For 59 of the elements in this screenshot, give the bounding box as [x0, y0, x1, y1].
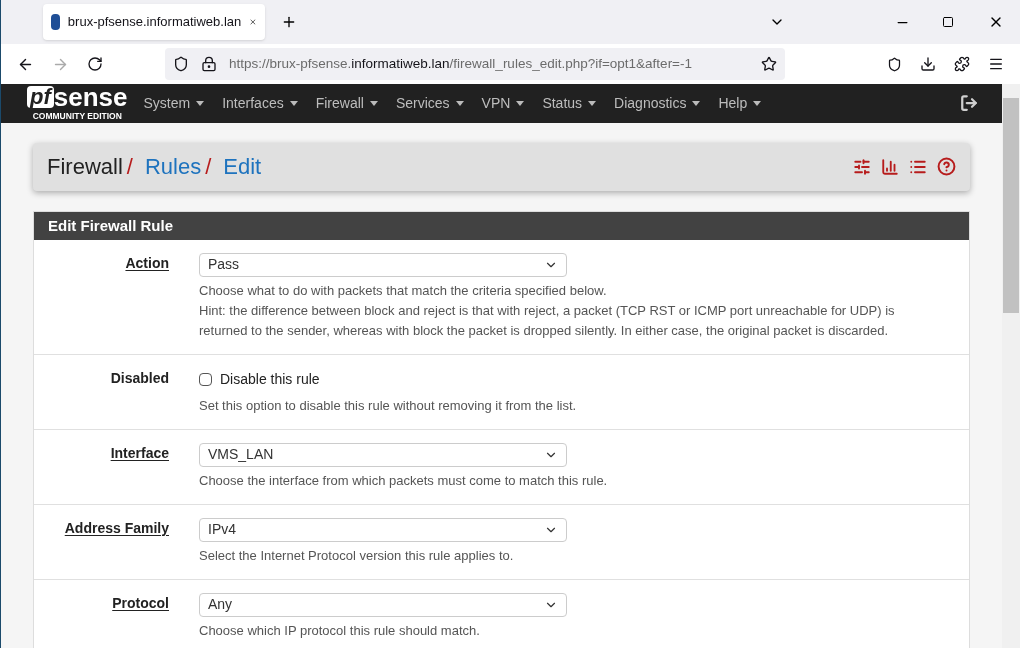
star-icon[interactable] — [761, 56, 777, 72]
nav-menu[interactable]: Help — [718, 92, 762, 114]
maximize-icon[interactable] — [942, 16, 954, 28]
tab-favicon-icon — [51, 14, 60, 30]
bar-chart-icon[interactable] — [881, 157, 899, 176]
caret-icon — [289, 100, 298, 106]
field-label[interactable]: Interface — [110, 442, 169, 491]
help-text: Choose the interface from which packets must come to match this rule. — [199, 471, 609, 490]
field-label[interactable]: Action — [125, 252, 169, 341]
breadcrumb-separator: / — [205, 153, 212, 182]
pfsense-logo[interactable]: pfsense COMMUNITY EDITION — [27, 84, 128, 123]
caret-icon — [516, 100, 525, 106]
panel-header: Edit Firewall Rule — [34, 211, 969, 240]
nav-menu[interactable]: Firewall — [315, 92, 378, 114]
caret-icon — [588, 100, 597, 106]
checkbox[interactable] — [199, 373, 212, 387]
sliders-icon[interactable] — [853, 157, 871, 176]
field-label[interactable]: Protocol — [112, 592, 169, 641]
menu-icon[interactable] — [988, 56, 1004, 72]
field-label[interactable]: Address Family — [64, 517, 169, 566]
nav-menu[interactable]: Services — [395, 92, 464, 114]
help-text: Hint: the difference between block and reject is that with reject, a packet (TCP RST or ICMP port unreachable for UDP) is returned to the sender, whereas with block the packet is dropped silently. In either case, the original packet is discarded. — [199, 301, 896, 340]
breadcrumb-link[interactable]: Rules — [144, 150, 202, 184]
breadcrumb-link[interactable]: Edit — [223, 150, 262, 184]
help-icon[interactable] — [937, 157, 956, 177]
caret-icon — [369, 100, 378, 106]
checkbox-label: Disable this rule — [220, 370, 320, 390]
caret-icon — [692, 100, 701, 106]
url-text: https://brux-pfsense.informatiweb.lan/firewall_rules_edit.php?if=opt1&after=-1 — [229, 54, 693, 73]
help-text: Set this option to disable this rule without removing it from the list. — [199, 396, 578, 415]
nav-menu[interactable]: Status — [542, 92, 597, 114]
nav-menu[interactable]: Diagnostics — [614, 92, 701, 114]
select-field[interactable]: VMS_LAN — [199, 442, 567, 467]
caret-icon — [455, 100, 464, 106]
nav-menu[interactable]: Interfaces — [222, 92, 298, 114]
select-field[interactable]: Any — [199, 592, 567, 617]
help-text: Choose which IP protocol this rule should match. — [199, 621, 481, 640]
scrollbar[interactable] — [1002, 84, 1020, 648]
nav-menu[interactable]: System — [143, 92, 205, 114]
breadcrumb-separator: / — [126, 153, 133, 182]
tab-title: brux-pfsense.informatiweb.lan — [67, 13, 242, 32]
new-tab-icon[interactable] — [281, 14, 297, 30]
select-field[interactable]: IPv4 — [199, 517, 567, 542]
nav-menu[interactable]: VPN — [481, 92, 525, 114]
help-text: Select the Internet Protocol version this rule applies to. — [199, 546, 515, 565]
select-field[interactable]: Pass — [199, 252, 567, 277]
logout-icon[interactable] — [960, 94, 978, 113]
caret-icon — [196, 100, 205, 106]
reload-icon[interactable] — [87, 56, 103, 72]
download-icon[interactable] — [920, 56, 936, 72]
help-text: Choose what to do with packets that match the criteria specified below. — [199, 281, 608, 300]
puzzle-icon[interactable] — [954, 56, 970, 72]
address-bar[interactable]: https://brux-pfsense.informatiweb.lan/firewall_rules_edit.php?if=opt1&after=-1 — [165, 48, 785, 80]
breadcrumb-text: Firewall — [47, 153, 123, 182]
field-label: Disabled — [110, 368, 169, 388]
browser-tab[interactable]: brux-pfsense.informatiweb.lan — [43, 4, 265, 40]
caret-icon — [753, 100, 762, 106]
shield-icon — [173, 56, 189, 72]
lock-icon — [201, 56, 217, 72]
